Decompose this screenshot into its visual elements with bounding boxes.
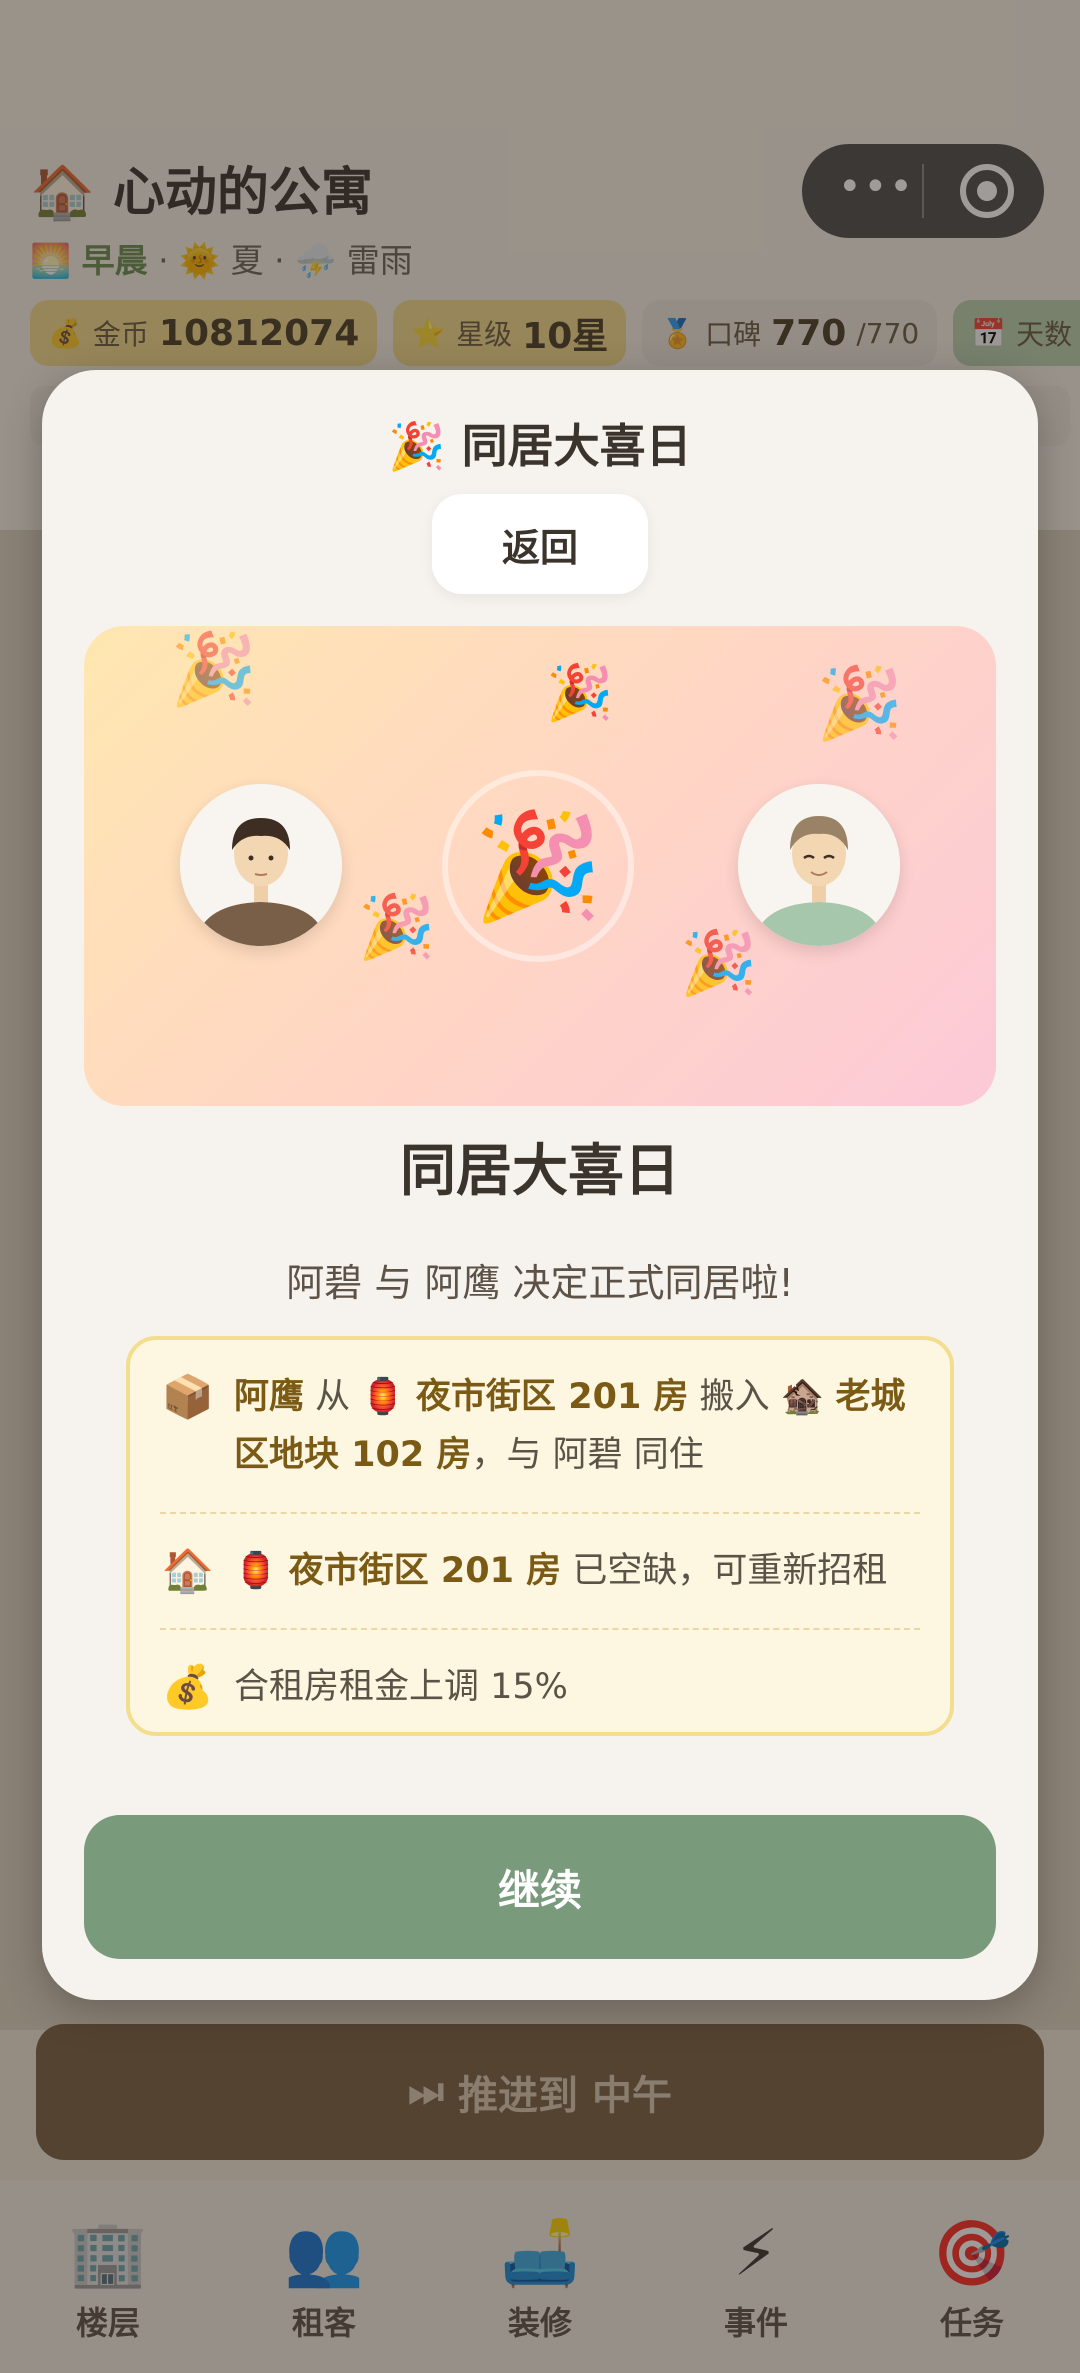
back-button[interactable]: 返回: [432, 494, 648, 594]
party-popper-icon: 🎉: [388, 419, 446, 473]
event-details: 📦 阿鹰 从 🏮 夜市街区 201 房 搬入 🏚️ 老城区地块 102 房，与 …: [126, 1336, 954, 1736]
tenant-avatar-right: [738, 784, 900, 946]
detail-text: 合租房租金上调 15%: [234, 1667, 568, 1707]
house-icon: 🏠: [161, 1546, 215, 1595]
party-popper-icon: 🎉: [816, 662, 904, 744]
lantern-icon: 🏮: [234, 1551, 278, 1591]
detail-row-rent: 💰 合租房租金上调 15%: [160, 1630, 920, 1744]
package-icon: 📦: [161, 1372, 215, 1421]
event-description: 阿碧 与 阿鹰 决定正式同居啦!: [286, 1261, 794, 1305]
party-popper-icon: 🎉: [170, 628, 258, 710]
celebration-banner: 🎉 🎉 🎉 🎉 🎉 🎉: [84, 626, 996, 1106]
event-title: 同居大喜日: [400, 1139, 680, 1204]
vacant-room: 夜市街区 201 房: [288, 1551, 562, 1591]
party-popper-icon: 🎉: [473, 804, 603, 927]
old-house-icon: 🏚️: [780, 1377, 825, 1417]
party-popper-icon: 🎉: [358, 890, 436, 963]
from-room: 夜市街区 201 房: [416, 1377, 689, 1417]
continue-button[interactable]: 继续: [84, 1815, 996, 1959]
detail-row-move: 📦 阿鹰 从 🏮 夜市街区 201 房 搬入 🏚️ 老城区地块 102 房，与 …: [160, 1340, 920, 1514]
party-popper-icon: 🎉: [680, 926, 758, 999]
lantern-icon: 🏮: [361, 1377, 405, 1417]
male-avatar-icon: [738, 784, 900, 946]
tenant-name: 阿鹰: [234, 1377, 305, 1417]
detail-text: 🏮 夜市街区 201 房 已空缺，可重新招租: [234, 1551, 888, 1591]
detail-row-vacancy: 🏠 🏮 夜市街区 201 房 已空缺，可重新招租: [160, 1514, 920, 1630]
party-popper-icon: 🎉: [546, 661, 614, 724]
male-avatar-icon: [180, 784, 342, 946]
celebration-center: 🎉: [442, 770, 634, 962]
modal-header: 🎉 同居大喜日: [42, 410, 1038, 476]
money-bag-icon: 💰: [161, 1662, 215, 1711]
detail-text: 阿鹰 从 🏮 夜市街区 201 房 搬入 🏚️ 老城区地块 102 房，与 阿碧…: [234, 1377, 906, 1475]
event-modal: 🎉 同居大喜日 返回 🎉 🎉 🎉 🎉 🎉 🎉 同居大喜日 阿碧 与 阿鹰 决定正…: [42, 370, 1038, 2000]
tenant-avatar-left: [180, 784, 342, 946]
modal-header-title: 同居大喜日: [461, 419, 692, 473]
